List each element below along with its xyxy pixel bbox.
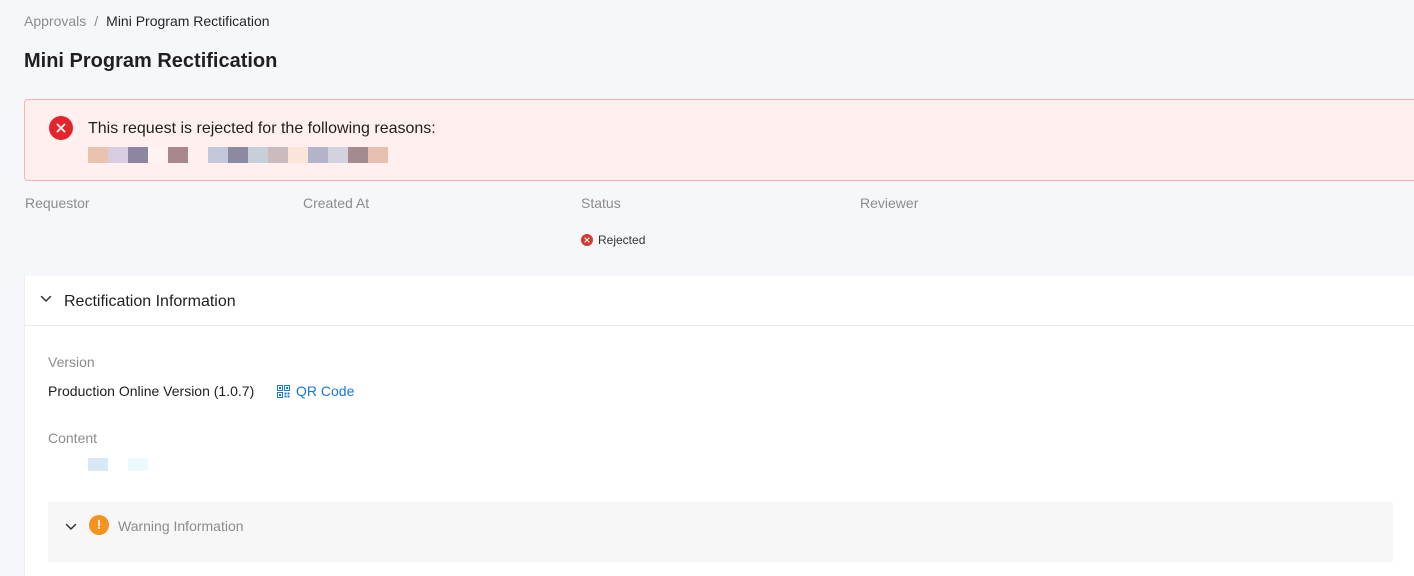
- warning-icon: !: [89, 515, 109, 535]
- breadcrumb: Approvals / Mini Program Rectification: [24, 11, 270, 31]
- created-at-label: Created At: [303, 195, 370, 211]
- breadcrumb-separator: /: [94, 13, 99, 29]
- breadcrumb-current: Mini Program Rectification: [106, 13, 270, 29]
- status-text: Rejected: [598, 233, 646, 247]
- rectification-header[interactable]: Rectification Information: [25, 276, 1414, 326]
- version-value: Production Online Version (1.0.7): [48, 383, 255, 399]
- status-badge: Rejected: [581, 233, 645, 247]
- warning-title: Warning Information: [118, 518, 244, 534]
- redacted-reason: [88, 147, 388, 163]
- qr-code-label: QR Code: [296, 383, 355, 399]
- qr-code-icon: [277, 384, 290, 398]
- chevron-down-icon: [65, 523, 77, 530]
- reviewer-label: Reviewer: [860, 195, 919, 211]
- qr-code-link[interactable]: QR Code: [277, 382, 354, 400]
- chevron-down-icon: [40, 295, 52, 302]
- alert-message: This request is rejected for the followi…: [88, 120, 436, 137]
- warning-panel[interactable]: ! Warning Information: [48, 502, 1393, 562]
- version-label: Version: [48, 354, 95, 370]
- close-circle-icon: [49, 116, 73, 140]
- rectification-title: Rectification Information: [64, 293, 236, 310]
- page-title: Mini Program Rectification: [24, 50, 278, 72]
- content-label: Content: [48, 430, 98, 446]
- breadcrumb-link-approvals[interactable]: Approvals: [24, 11, 86, 31]
- rejection-alert: This request is rejected for the followi…: [24, 99, 1414, 181]
- status-label: Status: [581, 195, 621, 211]
- requestor-label: Requestor: [25, 195, 90, 211]
- redacted-content: [88, 458, 148, 471]
- rectification-card: Rectification Information Version Produc…: [24, 276, 1414, 576]
- rejected-status-icon: [581, 234, 593, 246]
